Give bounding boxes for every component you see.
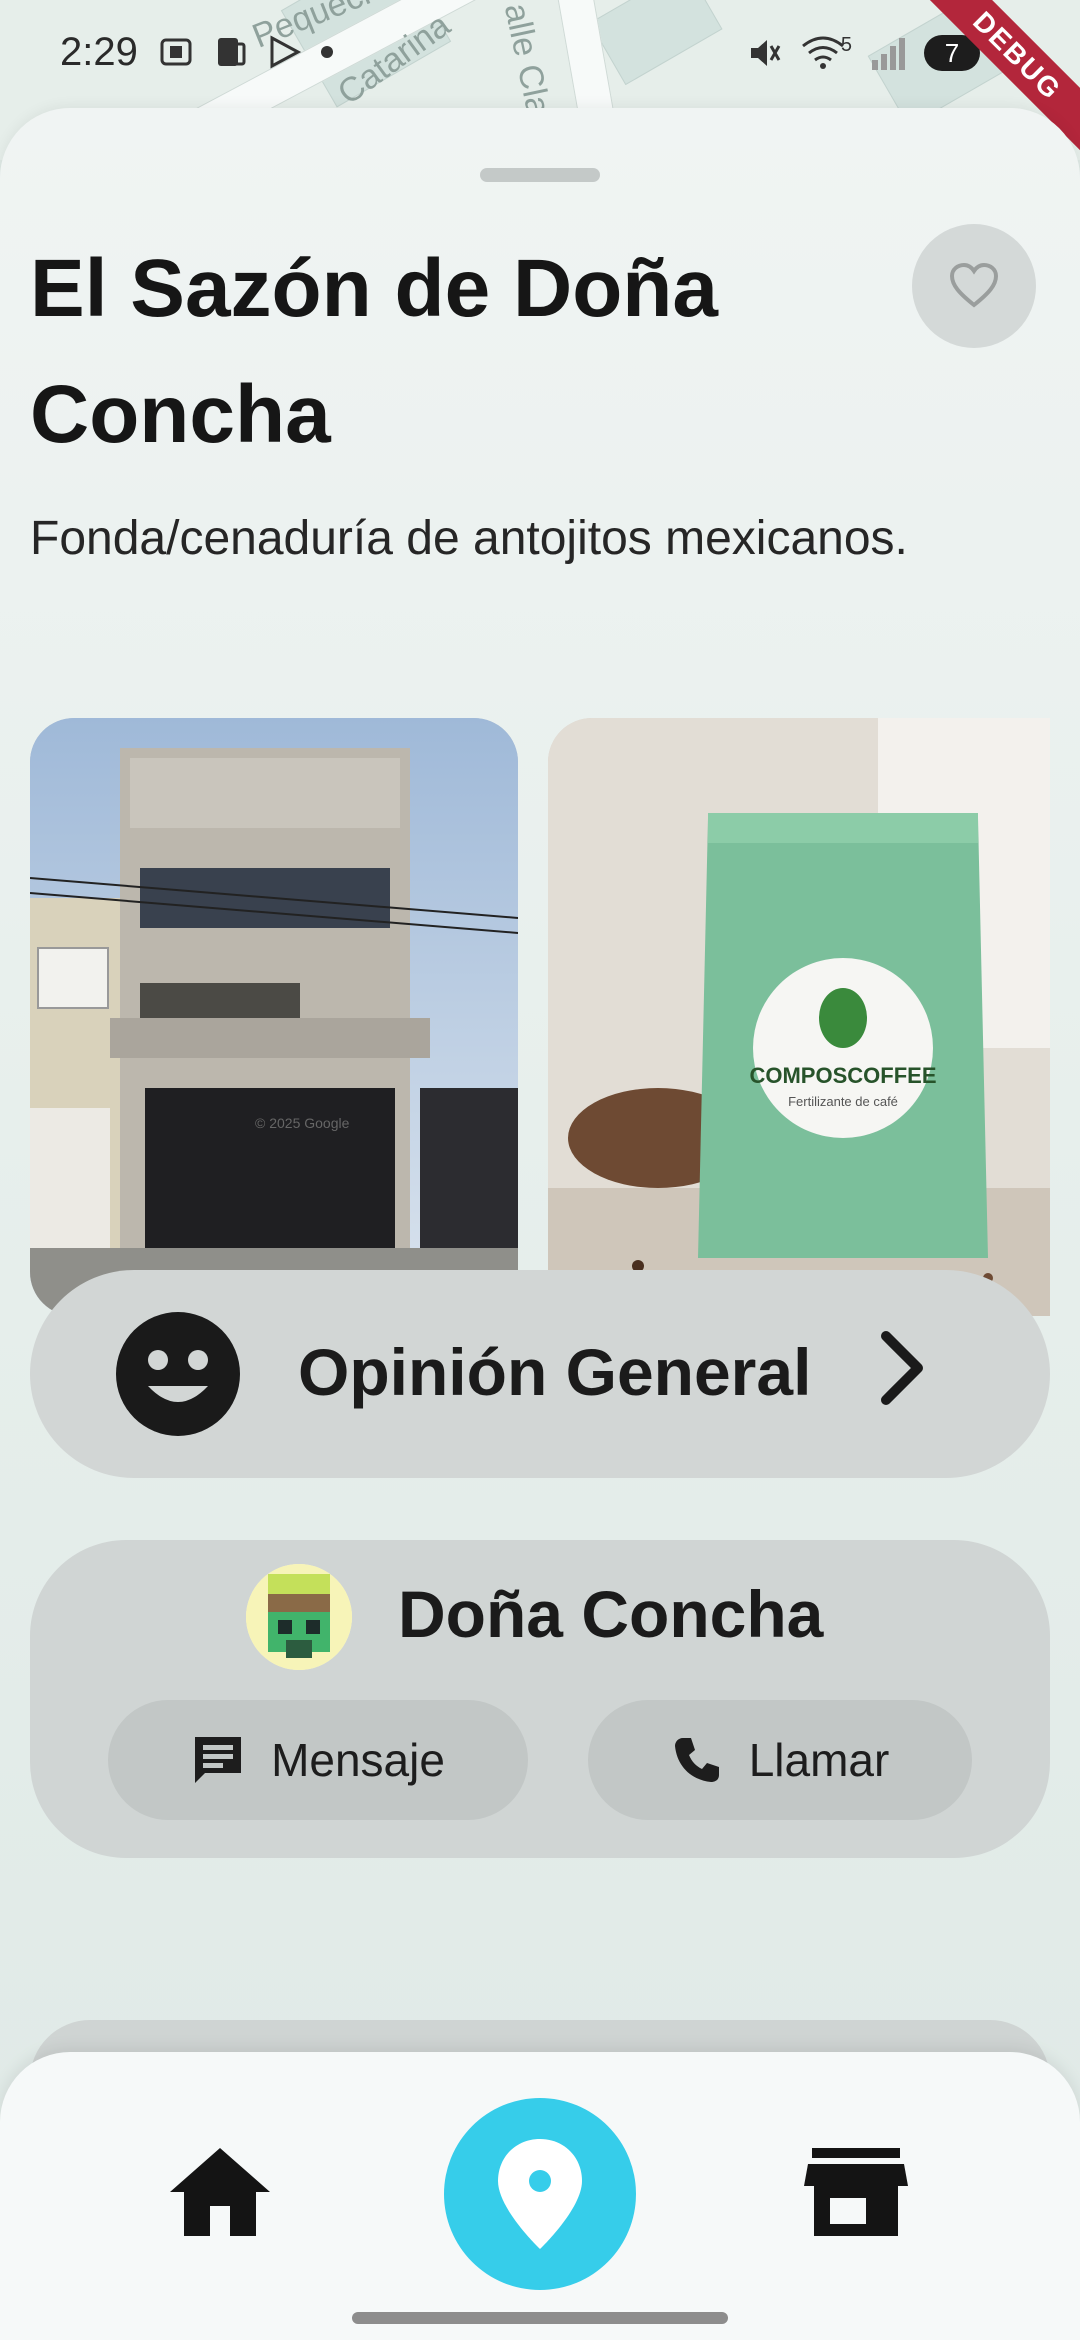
map-nav-button[interactable] bbox=[444, 2098, 636, 2290]
store-icon[interactable] bbox=[804, 2146, 908, 2238]
owner-card: Doña Concha Mensaje Llamar bbox=[30, 1540, 1050, 1858]
network-type-label: 5 bbox=[840, 33, 852, 56]
dot-icon bbox=[321, 46, 333, 58]
gesture-bar[interactable] bbox=[352, 2312, 728, 2324]
coffee-bag-photo: COMPOSCOFFEE Fertilizante de café bbox=[548, 718, 1050, 1316]
place-detail-sheet: El Sazón de Doña Concha Fonda/cenaduría … bbox=[0, 108, 1080, 2340]
place-photo[interactable]: © 2025 Google bbox=[30, 718, 518, 1316]
phone-icon bbox=[674, 1738, 719, 1782]
signal-icon bbox=[872, 38, 905, 70]
place-photo[interactable]: COMPOSCOFFEE Fertilizante de café bbox=[548, 718, 1050, 1316]
place-description: Fonda/cenaduría de antojitos mexicanos. bbox=[30, 512, 908, 565]
owner-name: Doña Concha bbox=[398, 1577, 824, 1651]
wifi-icon bbox=[801, 36, 844, 69]
mute-icon bbox=[750, 40, 781, 66]
general-opinion-label: Opinión General bbox=[298, 1335, 812, 1409]
home-icon[interactable] bbox=[166, 2144, 274, 2240]
favorite-button[interactable] bbox=[912, 224, 1036, 348]
notification-icons bbox=[158, 34, 334, 70]
chevron-right-icon bbox=[881, 1331, 923, 1405]
pixel-avatar-image bbox=[246, 1564, 352, 1670]
screenshot-icon bbox=[160, 38, 192, 66]
photo-watermark: © 2025 Google bbox=[255, 1115, 350, 1131]
building-photo: © 2025 Google bbox=[30, 718, 518, 1316]
coffee-brand-label: COMPOSCOFFEE bbox=[749, 1063, 936, 1088]
call-button-label: Llamar bbox=[748, 1734, 890, 1786]
general-opinion-button[interactable]: Opinión General bbox=[30, 1270, 1050, 1478]
message-icon bbox=[195, 1737, 242, 1783]
avatar[interactable] bbox=[246, 1564, 352, 1670]
heart-icon bbox=[949, 263, 999, 308]
bottom-navigation bbox=[0, 2052, 1080, 2340]
drag-handle[interactable] bbox=[480, 168, 600, 182]
status-time: 2:29 bbox=[60, 30, 138, 74]
call-button[interactable]: Llamar bbox=[588, 1700, 972, 1820]
smiley-face-icon bbox=[116, 1312, 240, 1436]
map-pin-icon bbox=[498, 2139, 582, 2249]
message-button[interactable]: Mensaje bbox=[108, 1700, 528, 1820]
device-icon bbox=[218, 38, 246, 66]
place-title: El Sazón de Doña Concha bbox=[30, 243, 718, 460]
play-store-icon bbox=[270, 35, 302, 69]
message-button-label: Mensaje bbox=[271, 1734, 445, 1786]
system-icons: 5 7 bbox=[745, 34, 980, 72]
coffee-tagline-label: Fertilizante de café bbox=[788, 1094, 898, 1109]
status-bar: 2:29 5 7 DEBUG bbox=[0, 0, 1080, 160]
